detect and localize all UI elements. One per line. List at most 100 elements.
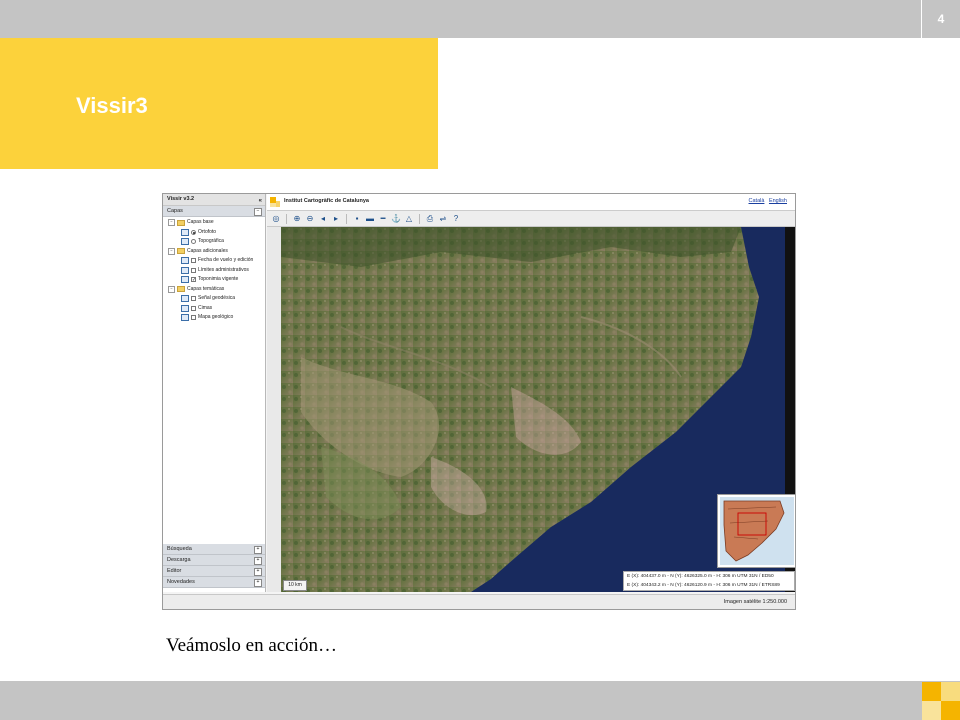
app-version-header: Vissir v3.2 « <box>163 194 265 206</box>
vissir-screenshot: Vissir v3.2 « Capas − − Capas base Ortofot… <box>162 193 796 610</box>
layer-label: Capas temáticas <box>187 285 225 292</box>
scale-label: 10 km <box>283 580 307 591</box>
panel-section-label: Editor <box>167 568 182 574</box>
toolbar-separator <box>286 213 287 224</box>
layer-radio[interactable] <box>191 239 196 245</box>
capas-label: Capas <box>167 208 183 214</box>
slide-caption: Veámoslo en acción… <box>166 635 337 656</box>
institution-title: Institut Cartogràfic de Catalunya <box>284 198 369 204</box>
coordinates-readout: E (X): 404437.0 m - N (Y): 4626325.0 m -… <box>623 571 795 591</box>
layer-tree-item[interactable]: Fecha de vuelo y edición <box>163 256 265 266</box>
layer-label: Señal geodésica <box>198 295 235 301</box>
layer-tree-item[interactable]: − Capas base <box>163 218 265 228</box>
plus-icon[interactable]: + <box>254 568 262 576</box>
icc-logo <box>270 197 280 207</box>
lang-link-english[interactable]: English <box>769 198 787 204</box>
layer-tree-item[interactable]: Señal geodésica <box>163 294 265 304</box>
layer-tree-item[interactable]: Cimas <box>163 304 265 314</box>
panel-section-header[interactable]: Editor + <box>163 566 265 577</box>
layer-icon <box>181 228 189 236</box>
layer-checkbox[interactable] <box>191 296 196 302</box>
back-icon[interactable]: ◂ <box>318 214 328 224</box>
top-bar <box>0 0 960 38</box>
language-links: Català English <box>746 198 787 204</box>
layer-tree: − Capas base Ortofoto Topográfica − Capas adi… <box>163 218 265 323</box>
save-icon[interactable]: ▪ <box>352 214 362 224</box>
layer-checkbox[interactable] <box>191 315 196 321</box>
plus-icon[interactable]: + <box>254 557 262 565</box>
layer-tree-item[interactable]: Topográfica <box>163 237 265 247</box>
toolbar-separator <box>419 213 420 224</box>
zoom-in-icon[interactable]: ⊕ <box>292 214 302 224</box>
layer-checkbox[interactable]: ✓ <box>191 277 196 283</box>
layers-icon[interactable]: ▬ <box>365 214 375 224</box>
zoom-out-icon[interactable]: ⊖ <box>305 214 315 224</box>
layer-tree-item[interactable]: Mapa geológico <box>163 313 265 323</box>
satellite-map[interactable]: 10 km <box>281 227 785 592</box>
map-left-gutter <box>267 227 281 592</box>
satellite-image <box>281 227 785 592</box>
globe-icon[interactable]: ◎ <box>271 214 281 224</box>
layer-label: Fecha de vuelo y edición <box>198 257 254 263</box>
layer-icon <box>181 304 189 312</box>
layer-tree-item[interactable]: − Capas temáticas <box>163 285 265 295</box>
layer-tree-item[interactable]: Límites administrativos <box>163 266 265 276</box>
triangle-icon[interactable]: △ <box>404 214 414 224</box>
layer-label: Ortofoto <box>198 228 217 235</box>
panel-section-label: Búsqueda <box>167 546 192 552</box>
layer-label: Toponimia vigente <box>198 276 239 282</box>
forward-icon[interactable]: ▸ <box>331 214 341 224</box>
layers-panel: Vissir v3.2 « Capas − − Capas base Ortofot… <box>163 194 266 592</box>
layer-label: Límites administrativos <box>198 266 249 273</box>
folder-icon <box>177 219 185 226</box>
link-icon[interactable]: ⇌ <box>438 214 448 224</box>
layer-tree-item[interactable]: ✓ Toponimia vigente <box>163 275 265 285</box>
layer-tree-item[interactable]: − Capas adicionales <box>163 247 265 257</box>
layer-label: Cimas <box>198 304 213 311</box>
capas-section-header[interactable]: Capas − <box>163 206 265 217</box>
panel-section-header[interactable]: Búsqueda + <box>163 544 265 555</box>
layer-label: Topográfica <box>198 238 224 244</box>
layer-label: Capas base <box>187 219 214 225</box>
measure-icon[interactable]: ━ <box>378 214 388 224</box>
map-toolbar: ◎ ⊕ ⊖ ◂ ▸ ▪ ▬ ━ ⚓ △ ⎙ ⇌? <box>267 211 795 227</box>
coords-ed50: E (X): 404437.0 m - N (Y): 4626325.0 m -… <box>627 574 774 579</box>
overview-map[interactable] <box>717 494 795 568</box>
panel-section-header[interactable]: Novedades + <box>163 577 265 588</box>
layer-icon <box>181 257 189 265</box>
lang-link-catala[interactable]: Català <box>749 198 765 204</box>
folder-icon <box>177 286 185 293</box>
title-block: Vissir3 <box>0 38 438 169</box>
layer-tree-item[interactable]: Ortofoto <box>163 228 265 238</box>
layer-icon <box>181 276 189 284</box>
layer-label: Mapa geológico <box>198 314 234 320</box>
layer-checkbox[interactable] <box>191 258 196 264</box>
expand-icon[interactable]: − <box>168 219 175 227</box>
panel-section-label: Descarga <box>167 557 191 563</box>
minus-icon[interactable]: − <box>254 208 262 216</box>
status-bar: Imagen satélite 1:250.000 <box>163 594 795 609</box>
expand-icon[interactable]: − <box>168 247 175 255</box>
layer-icon <box>181 314 189 322</box>
app-version: Vissir v3.2 <box>167 196 195 202</box>
plus-icon[interactable]: + <box>254 546 262 554</box>
folder-icon <box>177 248 185 255</box>
help-icon[interactable]: ? <box>451 214 461 224</box>
panel-section-header[interactable]: Descarga + <box>163 555 265 566</box>
layer-checkbox[interactable] <box>191 305 196 311</box>
coords-etrs89: E (X): 404343.2 m - N (Y): 4626120.9 m -… <box>627 583 780 588</box>
plus-icon[interactable]: + <box>254 579 262 587</box>
expand-icon[interactable]: − <box>168 285 175 293</box>
layer-icon <box>181 295 189 303</box>
panel-section-label: Novedades <box>167 579 195 585</box>
bottom-bar <box>0 681 960 720</box>
main-area: Institut Cartogràfic de Catalunya Català… <box>267 194 795 592</box>
bottom-sections: Búsqueda + Descarga + Editor + Novedades + <box>163 544 265 588</box>
page-number: 4 <box>937 12 945 26</box>
layer-radio[interactable] <box>191 229 196 235</box>
print-icon[interactable]: ⎙ <box>425 214 435 224</box>
layer-label: Capas adicionales <box>187 247 228 254</box>
status-text: Imagen satélite 1:250.000 <box>723 599 787 605</box>
anchor-icon[interactable]: ⚓ <box>391 214 401 224</box>
layer-checkbox[interactable] <box>191 267 196 273</box>
